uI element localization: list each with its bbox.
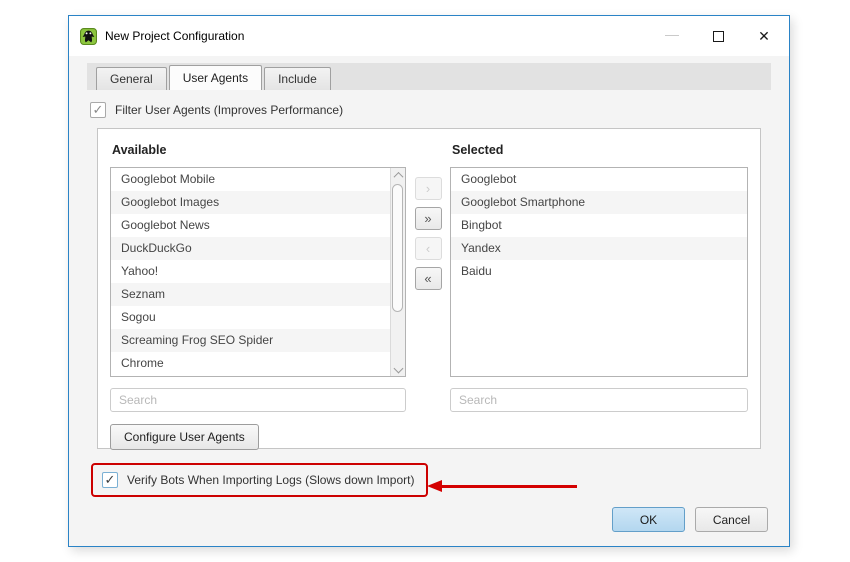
move-all-right-button[interactable]: » <box>415 207 442 230</box>
minimize-icon: — <box>665 26 679 42</box>
selected-heading: Selected <box>452 143 748 157</box>
list-item[interactable]: Seznam <box>111 283 390 306</box>
available-search-input[interactable] <box>110 388 406 412</box>
list-item[interactable]: Yandex <box>451 237 747 260</box>
move-left-button[interactable]: ‹ <box>415 237 442 260</box>
selected-search-input[interactable] <box>450 388 748 412</box>
screaming-frog-icon <box>80 28 97 45</box>
arrow-line <box>442 485 577 488</box>
tab-label: Include <box>278 72 317 86</box>
chevron-down-icon <box>393 364 403 374</box>
verify-bots-row: ✓ Verify Bots When Importing Logs (Slows… <box>87 463 771 501</box>
chevron-up-icon <box>393 172 403 182</box>
dialog-footer: OK Cancel <box>612 507 768 532</box>
verify-bots-checkbox[interactable]: ✓ <box>102 472 118 488</box>
list-item[interactable]: Googlebot <box>451 168 747 191</box>
scroll-up-button[interactable] <box>391 168 405 183</box>
close-button[interactable]: ✕ <box>741 20 787 52</box>
available-rows: Googlebot Mobile Googlebot Images Google… <box>111 168 390 376</box>
scrollbar[interactable] <box>390 168 405 376</box>
new-project-configuration-dialog: New Project Configuration — ✕ General Us… <box>68 15 790 547</box>
list-item[interactable]: Bingbot <box>451 214 747 237</box>
arrow-head-icon <box>427 480 442 492</box>
available-listbox: Googlebot Mobile Googlebot Images Google… <box>110 167 406 377</box>
list-item[interactable]: Googlebot News <box>111 214 390 237</box>
user-agents-panel: Available Googlebot Mobile Googlebot Ima… <box>97 128 761 449</box>
selected-listbox: Googlebot Googlebot Smartphone Bingbot Y… <box>450 167 748 377</box>
list-item[interactable]: Googlebot Smartphone <box>451 191 747 214</box>
tab[interactable]: General <box>96 67 167 90</box>
tab[interactable]: User Agents <box>169 65 262 90</box>
list-item[interactable]: Chrome <box>111 352 390 375</box>
verify-bots-highlight-box: ✓ Verify Bots When Importing Logs (Slows… <box>91 463 428 497</box>
list-item[interactable]: Googlebot Mobile <box>111 168 390 191</box>
window-title: New Project Configuration <box>105 29 244 43</box>
dialog-content: General User Agents Include ✓ Filter Use… <box>69 63 789 501</box>
minimize-button[interactable]: — <box>649 20 695 52</box>
available-column: Available Googlebot Mobile Googlebot Ima… <box>110 141 406 450</box>
tab-strip: General User Agents Include <box>87 63 771 90</box>
cancel-button[interactable]: Cancel <box>695 507 768 532</box>
selected-rows: Googlebot Googlebot Smartphone Bingbot Y… <box>451 168 747 376</box>
tab-label: User Agents <box>183 71 248 85</box>
transfer-buttons: › » ‹ « <box>406 141 450 450</box>
maximize-button[interactable] <box>695 20 741 52</box>
close-icon: ✕ <box>758 28 770 45</box>
move-right-button[interactable]: › <box>415 177 442 200</box>
filter-user-agents-label: Filter User Agents (Improves Performance… <box>115 103 343 117</box>
maximize-icon <box>713 31 724 42</box>
selected-column: Selected Googlebot Googlebot Smartphone … <box>450 141 748 450</box>
list-item[interactable]: Yahoo! <box>111 260 390 283</box>
configure-user-agents-button[interactable]: Configure User Agents <box>110 424 259 450</box>
filter-user-agents-checkbox[interactable]: ✓ <box>90 102 106 118</box>
scrollbar-thumb[interactable] <box>392 184 403 312</box>
title-bar: New Project Configuration — ✕ <box>69 16 789 56</box>
move-all-left-button[interactable]: « <box>415 267 442 290</box>
verify-bots-label: Verify Bots When Importing Logs (Slows d… <box>127 473 414 487</box>
tab[interactable]: Include <box>264 67 331 90</box>
filter-user-agents-row: ✓ Filter User Agents (Improves Performan… <box>90 102 771 118</box>
list-item[interactable]: Googlebot Images <box>111 191 390 214</box>
red-annotation-arrow <box>427 480 577 492</box>
scroll-down-button[interactable] <box>391 361 405 376</box>
list-item[interactable]: DuckDuckGo <box>111 237 390 260</box>
ok-button[interactable]: OK <box>612 507 685 532</box>
tab-label: General <box>110 72 153 86</box>
list-item[interactable]: Baidu <box>451 260 747 283</box>
available-heading: Available <box>112 143 406 157</box>
list-item[interactable]: Sogou <box>111 306 390 329</box>
list-item[interactable]: Screaming Frog SEO Spider <box>111 329 390 352</box>
